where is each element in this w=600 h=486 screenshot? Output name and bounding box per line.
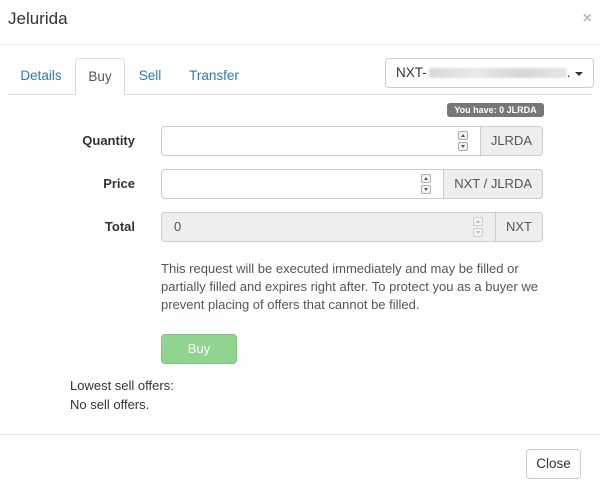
total-group: 0 NXT: [161, 212, 543, 242]
info-text: This request will be executed immediatel…: [161, 261, 538, 312]
total-input: 0: [161, 212, 496, 242]
offers-value: No sell offers.: [70, 397, 150, 412]
close-icon[interactable]: ×: [583, 10, 592, 28]
tab-transfer[interactable]: Transfer: [180, 58, 248, 95]
close-button[interactable]: Close: [526, 449, 581, 479]
account-prefix: NXT-: [396, 65, 427, 80]
modal-footer: Close: [0, 434, 600, 486]
quantity-label: Quantity: [82, 133, 135, 148]
price-unit: NXT / JLRDA: [444, 169, 543, 199]
modal-header: Jelurida ×: [0, 0, 600, 45]
total-label: Total: [104, 219, 135, 234]
tab-details[interactable]: Details: [11, 58, 71, 95]
quantity-group: JLRDA: [161, 126, 543, 156]
stepper-down-icon[interactable]: [457, 142, 468, 151]
account-suffix: .: [566, 65, 571, 80]
offers-label: Lowest sell offers:: [70, 378, 174, 393]
stepper-down-icon[interactable]: [421, 185, 432, 194]
quantity-stepper[interactable]: [457, 131, 468, 151]
price-label: Price: [103, 176, 135, 191]
tab-sell[interactable]: Sell: [134, 58, 166, 95]
price-input[interactable]: [161, 169, 445, 199]
modal-title: Jelurida: [8, 9, 68, 28]
balance-badge: You have: 0 JLRDA: [447, 103, 544, 117]
total-value: 0: [174, 219, 182, 234]
tab-buy[interactable]: Buy: [75, 58, 125, 96]
total-stepper: [473, 217, 483, 237]
account-select[interactable]: NXT-.: [385, 58, 594, 88]
quantity-unit: JLRDA: [480, 126, 543, 156]
stepper-up-icon: [473, 217, 483, 226]
buy-button[interactable]: Buy: [161, 334, 237, 364]
price-stepper[interactable]: [421, 174, 432, 194]
stepper-up-icon[interactable]: [457, 131, 468, 140]
total-unit: NXT: [496, 212, 543, 242]
stepper-down-icon: [473, 228, 483, 237]
price-group: NXT / JLRDA: [161, 169, 543, 199]
stepper-up-icon[interactable]: [421, 174, 432, 183]
redacted-account-id: [428, 68, 567, 79]
quantity-input[interactable]: [161, 126, 481, 156]
chevron-down-icon: [575, 72, 583, 76]
